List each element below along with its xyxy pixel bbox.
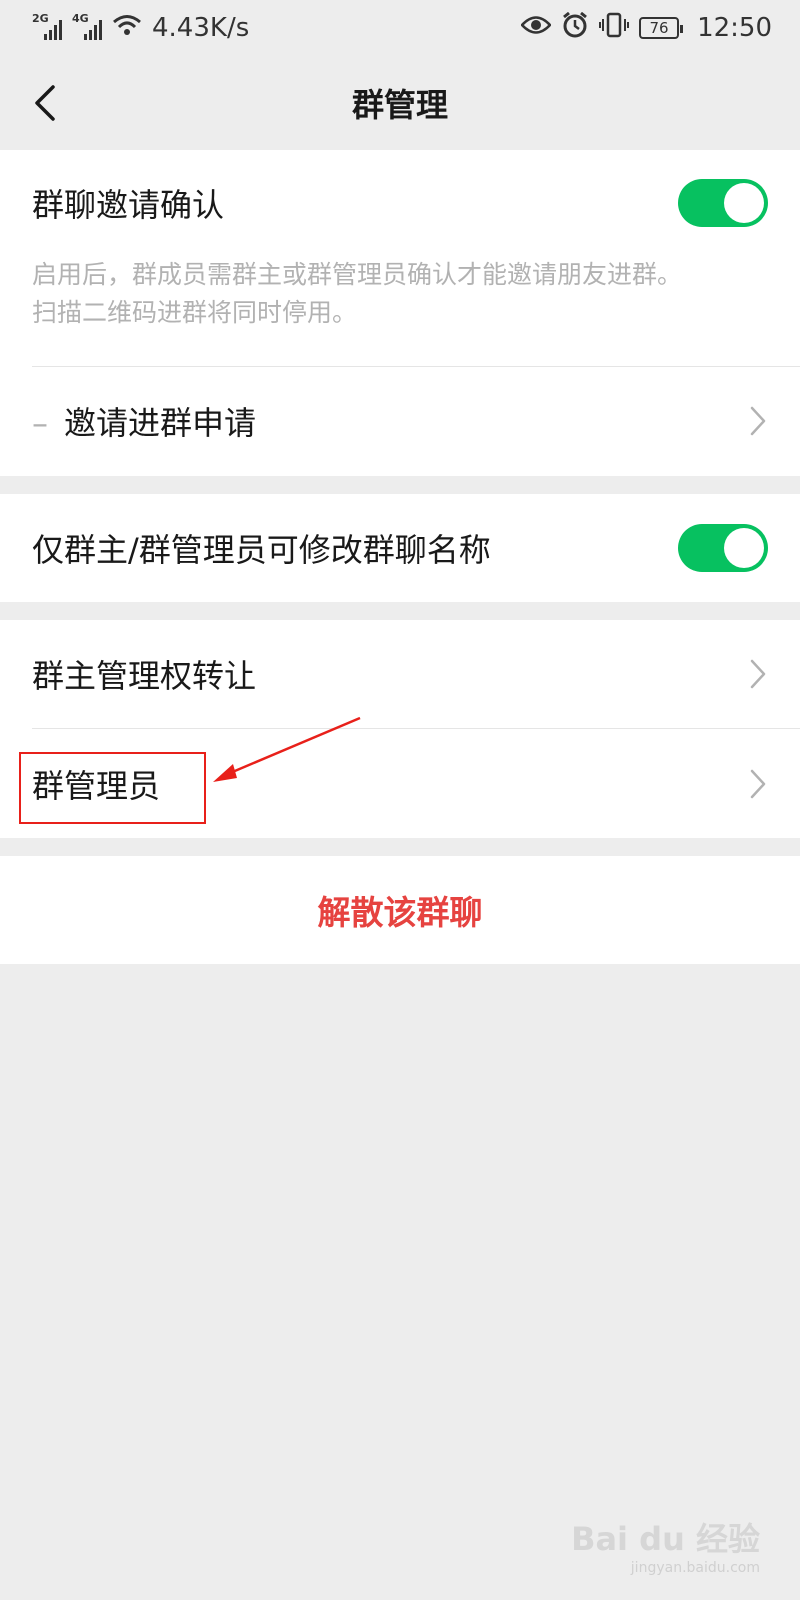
invite-requests-label-wrap: – 邀请进群申请: [32, 398, 256, 444]
toggle-knob: [724, 183, 764, 223]
invite-confirm-label: 群聊邀请确认: [32, 186, 225, 224]
clock: 12:50: [697, 13, 772, 43]
status-right: 76 12:50: [520, 11, 772, 45]
invite-settings-group: 群聊邀请确认 启用后，群成员需群主或群管理员确认才能邀请朋友进群。 扫描二维码进…: [0, 150, 800, 476]
watermark-logo: Bai du 经验: [571, 1520, 760, 1558]
annotation-highlight-box: [19, 752, 206, 824]
watermark-url: jingyan.baidu.com: [630, 1560, 760, 1576]
network-type-label: 4G: [72, 12, 89, 25]
invite-requests-row[interactable]: – 邀请进群申请: [0, 367, 800, 475]
battery-level: 76: [649, 19, 669, 37]
invite-requests-label: 邀请进群申请: [64, 404, 257, 442]
watermark: Bai du 经验 jingyan.baidu.com: [571, 1514, 760, 1576]
network-speed: 4.43K/s: [152, 13, 250, 43]
screen: 2G 4G 4.43K/s 76 12:50 群管理 群聊邀请确认 启用后，群成…: [0, 0, 800, 1600]
dismiss-group-button[interactable]: 解散该群聊: [0, 856, 800, 964]
page-title: 群管理: [351, 86, 448, 124]
signal-4g-icon: 4G: [72, 12, 102, 40]
chevron-right-icon: [750, 659, 766, 689]
chevron-right-icon: [750, 406, 766, 436]
invite-confirm-description: 启用后，群成员需群主或群管理员确认才能邀请朋友进群。 扫描二维码进群将同时停用。: [0, 256, 800, 332]
back-button[interactable]: [20, 78, 70, 128]
rename-settings-group: 仅群主/群管理员可修改群聊名称: [0, 494, 800, 602]
alarm-icon: [561, 11, 589, 45]
annotation-arrow-icon: [213, 716, 361, 782]
chevron-left-icon: [35, 85, 55, 121]
chevron-right-icon: [750, 769, 766, 798]
transfer-owner-label: 群主管理权转让: [32, 657, 257, 695]
wifi-icon: [112, 13, 142, 44]
dash-marker: –: [32, 404, 48, 442]
battery-icon: 76: [639, 17, 684, 39]
eye-icon: [520, 13, 552, 43]
dismiss-group: 解散该群聊: [0, 856, 800, 964]
description-line: 启用后，群成员需群主或群管理员确认才能邀请朋友进群。: [32, 260, 683, 289]
network-type-label: 2G: [32, 12, 49, 25]
transfer-owner-row[interactable]: 群主管理权转让: [0, 620, 800, 728]
invite-confirm-toggle[interactable]: [678, 179, 768, 227]
invite-confirm-row: 群聊邀请确认: [0, 150, 800, 256]
vibrate-icon: [599, 12, 630, 45]
toggle-knob: [724, 528, 764, 568]
description-line: 扫描二维码进群将同时停用。: [32, 298, 358, 327]
status-left: 2G 4G 4.43K/s: [32, 12, 250, 44]
status-bar: 2G 4G 4.43K/s 76 12:50: [0, 0, 800, 56]
only-admin-rename-toggle[interactable]: [678, 524, 768, 572]
signal-2g-icon: 2G: [32, 12, 62, 40]
only-admin-rename-label: 仅群主/群管理员可修改群聊名称: [32, 531, 491, 569]
only-admin-rename-row: 仅群主/群管理员可修改群聊名称: [0, 494, 800, 602]
nav-bar: 群管理: [0, 56, 800, 150]
